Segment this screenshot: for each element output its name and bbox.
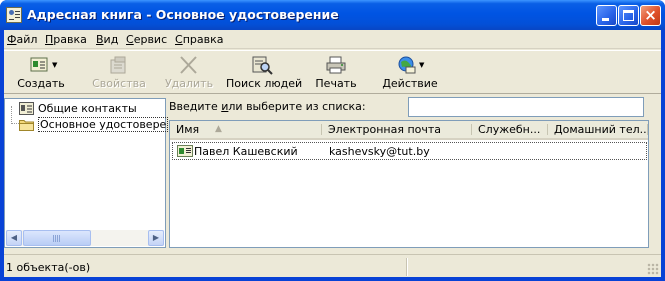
tree-connector	[11, 123, 19, 124]
status-bar: 1 объекта(-ов)	[4, 254, 661, 277]
minimize-button[interactable]	[596, 5, 617, 26]
address-book-window: Адресная книга - Основное удостоверение …	[0, 0, 665, 281]
menu-view[interactable]: Вид	[96, 33, 118, 46]
status-divider	[406, 258, 407, 276]
grip-icon	[53, 235, 61, 242]
properties-icon	[110, 56, 126, 74]
find-people-button[interactable]: Поиск людей	[226, 53, 302, 93]
sort-ascending-icon: ▲	[215, 124, 222, 134]
search-input[interactable]	[408, 97, 644, 117]
column-header-home-phone[interactable]: Домашний тел...	[548, 121, 648, 138]
folder-tree[interactable]: Общие контакты Основное удостовере ◀ ▶	[4, 98, 169, 248]
maximize-icon	[623, 10, 634, 21]
new-contact-icon	[30, 57, 48, 72]
tree-connector	[11, 106, 12, 124]
resize-grip-icon[interactable]	[647, 263, 659, 275]
menu-tools[interactable]: Сервис	[126, 33, 167, 46]
contacts-list[interactable]: Имя ▲ Электронная почта Служебн... Домаш…	[169, 120, 649, 248]
print-button[interactable]: Печать	[308, 53, 364, 93]
title-bar[interactable]: Адресная книга - Основное удостоверение …	[0, 0, 665, 30]
close-icon: ×	[644, 6, 657, 24]
client-area: Файл Правка Вид Сервис Справка ▼ Создать	[4, 30, 661, 277]
folder-icon	[19, 120, 34, 131]
column-header-name[interactable]: Имя ▲	[170, 121, 322, 138]
cell-email: kashevsky@tut.by	[329, 145, 430, 158]
action-button[interactable]: ▼ Действие	[376, 53, 444, 93]
list-header: Имя ▲ Электронная почта Служебн... Домаш…	[170, 121, 648, 140]
column-header-business-phone[interactable]: Служебн...	[472, 121, 548, 138]
action-globe-icon	[398, 56, 416, 74]
printer-icon	[326, 56, 346, 74]
scroll-thumb[interactable]	[23, 230, 91, 246]
toolbar: ▼ Создать Свойства Удалить Поиск людей П…	[4, 50, 661, 94]
table-row[interactable]: Павел Кашевский kashevsky@tut.by	[172, 142, 647, 160]
tree-item-main-identity[interactable]: Основное удостовере	[19, 117, 169, 133]
shared-contacts-icon	[19, 102, 34, 115]
menu-help[interactable]: Справка	[175, 33, 223, 46]
menu-file[interactable]: Файл	[7, 33, 37, 46]
search-prompt: Введите или выберите из списка:	[169, 100, 366, 113]
column-header-email[interactable]: Электронная почта	[322, 121, 472, 138]
menu-bar: Файл Правка Вид Сервис Справка	[4, 30, 661, 49]
find-people-icon	[252, 56, 273, 75]
properties-button[interactable]: Свойства	[84, 53, 154, 93]
menu-edit[interactable]: Правка	[45, 33, 87, 46]
chevron-down-icon[interactable]: ▼	[52, 61, 57, 69]
create-button[interactable]: ▼ Создать	[6, 53, 76, 93]
delete-button[interactable]: Удалить	[158, 53, 220, 93]
maximize-button[interactable]	[618, 5, 639, 26]
chevron-down-icon[interactable]: ▼	[419, 61, 424, 69]
window-title: Адресная книга - Основное удостоверение	[27, 7, 339, 22]
minimize-icon	[602, 18, 609, 21]
scroll-left-icon[interactable]: ◀	[6, 230, 22, 246]
delete-icon	[180, 56, 197, 74]
status-text: 1 объекта(-ов)	[6, 261, 91, 274]
contact-card-icon	[177, 145, 193, 157]
horizontal-scrollbar[interactable]: ◀ ▶	[6, 230, 164, 246]
close-button[interactable]: ×	[640, 5, 661, 26]
address-book-icon	[6, 7, 22, 23]
scroll-right-icon[interactable]: ▶	[148, 230, 164, 246]
cell-name: Павел Кашевский	[194, 145, 298, 158]
